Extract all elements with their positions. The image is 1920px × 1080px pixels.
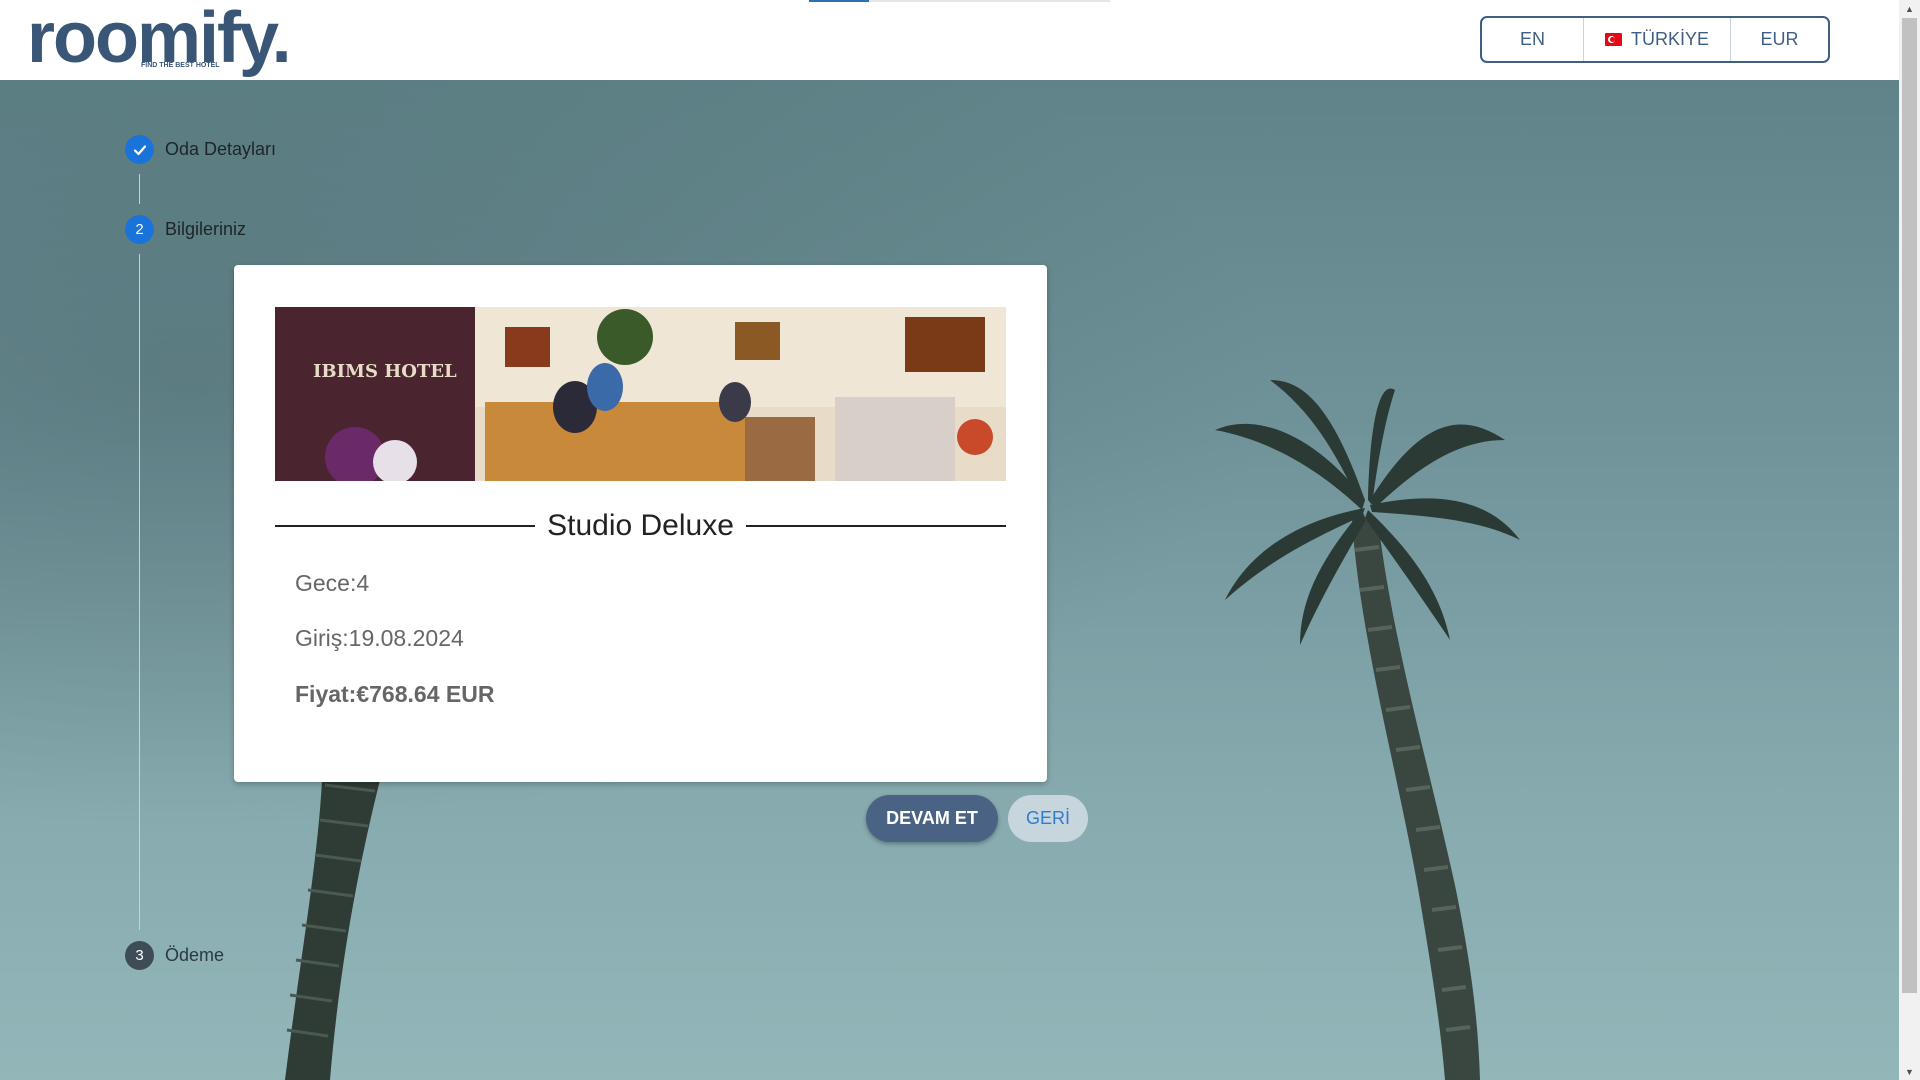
scroll-down-icon[interactable]: ▼ — [1899, 1063, 1920, 1080]
step-2-circle: 2 — [125, 215, 154, 244]
svg-text:IBIMS HOTEL: IBIMS HOTEL — [313, 361, 457, 382]
check-icon — [133, 144, 146, 155]
step-2-label: Bilgileriniz — [165, 219, 247, 239]
top-progress-indicator-active — [809, 0, 869, 2]
nights-info: Gece:4 — [295, 570, 370, 596]
price-info: Fiyat:€768.64 EUR — [295, 681, 495, 707]
step-payment[interactable]: 3 Ödeme — [125, 941, 224, 970]
stepper-connector-1 — [139, 174, 140, 204]
back-button[interactable]: GERİ — [1008, 795, 1088, 842]
step-room-details[interactable]: Oda Detayları — [125, 135, 276, 164]
language-button[interactable]: EN — [1482, 18, 1583, 61]
scroll-thumb[interactable] — [1902, 18, 1917, 993]
step-3-circle: 3 — [125, 941, 154, 970]
scroll-up-icon[interactable]: ▲ — [1899, 0, 1920, 17]
step-3-label: Ödeme — [165, 945, 225, 965]
top-progress-indicator — [809, 0, 1110, 2]
room-summary-card: IBIMS HOTEL Studio Deluxe Gece:4 Giriş:1… — [234, 265, 1047, 782]
page-scrollbar[interactable]: ▲ ▼ — [1899, 0, 1920, 1080]
stepper-connector-2 — [139, 254, 140, 930]
hotel-lobby-image: IBIMS HOTEL — [275, 307, 1006, 481]
room-title-row: Studio Deluxe — [275, 506, 1007, 546]
step-1-circle — [125, 135, 154, 164]
title-rule-right — [745, 525, 1007, 527]
continue-button[interactable]: DEVAM ET — [866, 795, 998, 842]
locale-selector: EN TÜRKİYE EUR — [1480, 16, 1830, 63]
right-palm-trunk — [1352, 520, 1480, 1080]
step-your-info[interactable]: 2 Bilgileriniz — [125, 215, 246, 244]
site-header: roomify. FIND THE BEST HOTEL EN TÜRKİYE … — [0, 0, 1899, 80]
title-rule-left — [275, 525, 536, 527]
logo-tagline: FIND THE BEST HOTEL — [141, 62, 220, 69]
roomify-logo[interactable]: roomify. FIND THE BEST HOTEL — [27, 2, 292, 74]
step-1-label: Oda Detayları — [165, 139, 277, 159]
checkin-info: Giriş:19.08.2024 — [295, 625, 464, 651]
room-title: Studio Deluxe — [547, 509, 734, 542]
turkey-flag-icon — [1604, 33, 1622, 46]
country-button[interactable]: TÜRKİYE — [1583, 18, 1730, 61]
hotel-lobby-illustration: IBIMS HOTEL — [275, 307, 1006, 481]
currency-button[interactable]: EUR — [1730, 18, 1828, 61]
country-label: TÜRKİYE — [1630, 29, 1709, 49]
